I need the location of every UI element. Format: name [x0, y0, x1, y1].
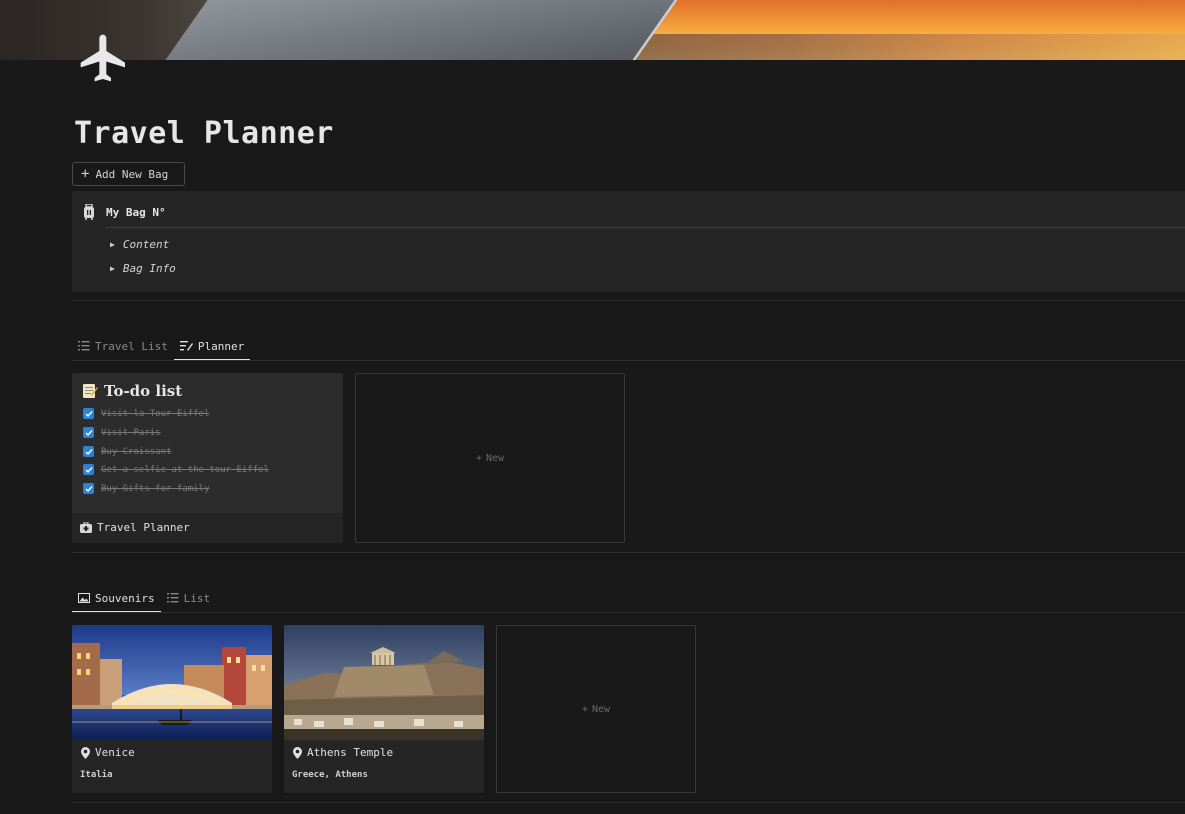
todo-title-text: To-do list: [104, 382, 183, 400]
tab-underline: [72, 360, 1185, 361]
map-pin-icon: [293, 746, 302, 759]
checkbox-checked[interactable]: [83, 483, 94, 494]
todo-card[interactable]: To-do list Visit la Tour Eiffel Visit Pa…: [72, 373, 343, 543]
memo-icon: [83, 384, 98, 398]
todo-item[interactable]: Visit la Tour Eiffel: [83, 408, 209, 419]
tab-label: Planner: [197, 339, 245, 353]
todo-item-label: Buy Gifts for family: [101, 483, 210, 494]
luggage-icon: [84, 204, 94, 220]
todo-item[interactable]: Buy Croissant: [83, 446, 171, 457]
souvenir-card-athens-temple[interactable]: Athens Temple Greece, Athens: [284, 625, 484, 793]
tab-list[interactable]: List: [161, 586, 217, 610]
todo-item[interactable]: Buy Gifts for family: [83, 483, 209, 494]
souvenir-location: Greece, Athens: [292, 770, 368, 780]
tab-underline: [72, 612, 1185, 613]
check-icon: [85, 448, 93, 455]
toggle-bag-info[interactable]: ▶ Bag Info: [110, 262, 176, 275]
divider: [72, 552, 1185, 553]
gallery-icon: [78, 593, 90, 603]
triangle-right-icon[interactable]: ▶: [110, 264, 115, 273]
new-souvenir-card-button[interactable]: + New: [496, 625, 696, 793]
plus-icon: +: [581, 703, 588, 715]
plus-icon: +: [475, 452, 482, 464]
page-title: Travel Planner: [74, 116, 334, 151]
check-icon: [85, 466, 93, 473]
todo-item-label: Visit Paris: [101, 427, 161, 438]
planner-view-tabs: Travel List Planner: [72, 334, 251, 361]
todo-title: To-do list: [82, 382, 182, 400]
check-icon: [85, 429, 93, 436]
add-new-bag-label: Add New Bag: [95, 167, 169, 181]
todo-card-preview: To-do list Visit la Tour Eiffel Visit Pa…: [72, 373, 343, 513]
souvenir-title: Venice: [81, 746, 135, 759]
tab-label: List: [183, 591, 211, 605]
new-label: New: [485, 452, 505, 464]
todo-card-footer-label: Travel Planner: [97, 521, 190, 534]
checkbox-checked[interactable]: [83, 446, 94, 457]
toggle-label: Content: [122, 238, 170, 251]
souvenir-view-tabs: Souvenirs List: [72, 586, 217, 613]
list-icon: [78, 341, 90, 351]
checkbox-checked[interactable]: [83, 408, 94, 419]
tab-label: Souvenirs: [95, 591, 155, 605]
todo-item-label: Visit la Tour Eiffel: [101, 408, 210, 419]
divider: [72, 802, 1185, 803]
bag-divider: [105, 227, 1185, 228]
bag-callout: My Bag N° ▶ Content ▶ Bag Info: [72, 191, 1185, 292]
check-icon: [85, 410, 93, 417]
souvenir-title: Athens Temple: [293, 746, 393, 759]
athens-photo: [284, 625, 484, 740]
checkbox-checked[interactable]: [83, 464, 94, 475]
map-pin-icon: [81, 746, 90, 759]
souvenir-name: Athens Temple: [307, 746, 394, 759]
cover-image[interactable]: [0, 0, 1185, 60]
check-icon: [85, 485, 93, 492]
add-new-bag-button[interactable]: + Add New Bag: [72, 162, 185, 186]
tab-travel-list[interactable]: Travel List: [72, 334, 174, 358]
tab-planner[interactable]: Planner: [173, 334, 251, 361]
airplane-icon[interactable]: [76, 30, 132, 86]
todo-item-label: Buy Croissant: [101, 446, 172, 457]
list-icon: [166, 593, 179, 603]
todo-item[interactable]: Get a selfie at the tour Eiffel: [83, 464, 269, 475]
souvenir-location: Italia: [80, 770, 113, 780]
divider: [72, 300, 1185, 301]
new-planner-card-button[interactable]: + New: [355, 373, 625, 543]
triangle-right-icon[interactable]: ▶: [110, 240, 115, 249]
bag-title: My Bag N°: [106, 206, 166, 219]
tab-label: Travel List: [95, 339, 168, 353]
toggle-label: Bag Info: [122, 262, 176, 275]
plus-icon: +: [81, 166, 90, 182]
souvenir-name: Venice: [95, 746, 135, 759]
cover-clouds: [620, 34, 1185, 60]
cover-airplane-wing: [151, 0, 699, 60]
new-label: New: [591, 703, 611, 715]
venice-photo: [72, 625, 272, 740]
edit-list-icon: [179, 341, 193, 351]
souvenir-card-venice[interactable]: Venice Italia: [72, 625, 272, 793]
checkbox-checked[interactable]: [83, 427, 94, 438]
todo-card-footer: Travel Planner: [80, 521, 190, 534]
tab-souvenirs[interactable]: Souvenirs: [72, 586, 161, 613]
first-aid-kit-icon: [80, 522, 92, 533]
todo-item-label: Get a selfie at the tour Eiffel: [101, 464, 269, 475]
toggle-content[interactable]: ▶ Content: [110, 238, 169, 251]
todo-item[interactable]: Visit Paris: [83, 427, 161, 438]
